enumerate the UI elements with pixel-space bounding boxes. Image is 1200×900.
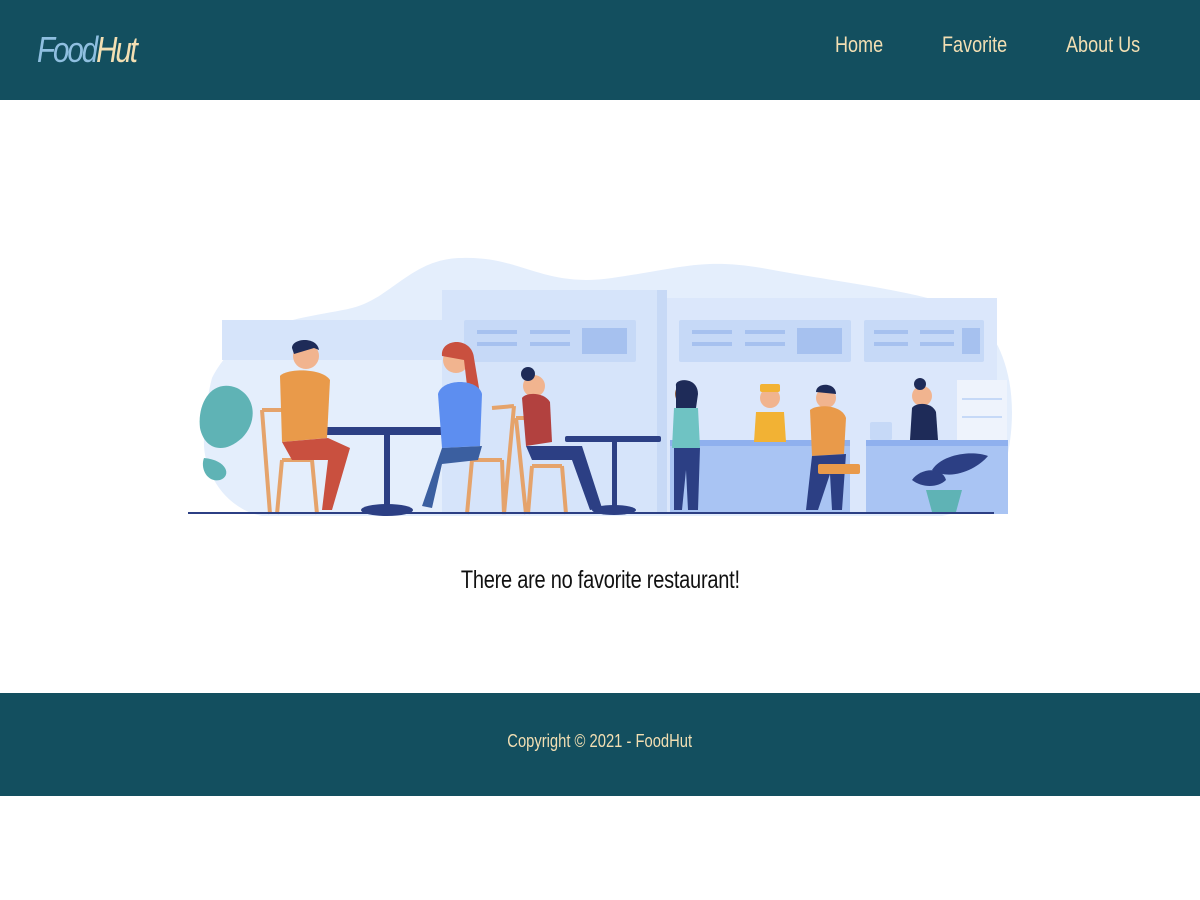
nav-link-favorite[interactable]: Favorite <box>942 31 1007 59</box>
copyright-text: Copyright © 2021 - FoodHut <box>507 731 693 751</box>
logo-part-food: Food <box>37 29 98 70</box>
app-header: FoodHut Home Favorite About Us <box>0 0 1200 100</box>
nav-link-home[interactable]: Home <box>835 31 883 59</box>
restaurant-scene-icon <box>188 257 1012 516</box>
copyright: Copyright © 2021 - FoodHut <box>0 729 1200 753</box>
logo-part-hut: Hut <box>96 29 138 70</box>
app-footer: Copyright © 2021 - FoodHut <box>0 693 1200 796</box>
empty-favorites-text: There are no favorite restaurant! <box>460 566 740 594</box>
nav-link-about-us[interactable]: About Us <box>1066 31 1140 59</box>
empty-favorites-message: There are no favorite restaurant! <box>0 562 1200 598</box>
logo[interactable]: FoodHut <box>37 28 138 72</box>
